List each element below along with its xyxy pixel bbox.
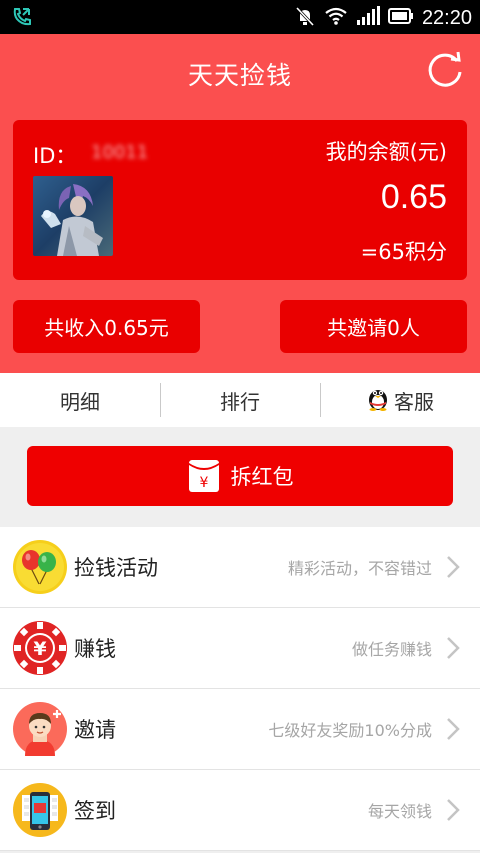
header-panel: 天天捡钱 ID： 10011 我的余额(元) 0.65 =65积分 共收入0.6… <box>0 34 480 373</box>
chevron-right-icon <box>446 717 460 741</box>
list-item-activities[interactable]: 捡钱活动 精彩活动，不容错过 <box>0 527 480 608</box>
red-envelope-icon: ¥ <box>187 459 221 493</box>
open-red-packet-label: 拆红包 <box>230 465 294 489</box>
balance-label: 我的余额(元) <box>325 140 447 164</box>
invite-person-icon <box>13 702 67 756</box>
list-item-desc: 做任务赚钱 <box>351 640 432 659</box>
tab-label: 排行 <box>220 389 260 414</box>
mute-icon <box>294 5 316 32</box>
balance-card: ID： 10011 我的余额(元) 0.65 =65积分 <box>13 120 467 280</box>
phone-calendar-icon <box>13 783 67 837</box>
refresh-icon <box>428 51 462 87</box>
chevron-right-icon <box>446 555 460 579</box>
balance-points: =65积分 <box>360 240 447 264</box>
list-item-title: 邀请 <box>74 718 116 742</box>
tab-label: 明细 <box>60 389 100 414</box>
list-item-title: 捡钱活动 <box>74 556 158 580</box>
tab-label: 客服 <box>394 389 434 414</box>
list-item-invite[interactable]: 邀请 七级好友奖励10%分成 <box>0 689 480 770</box>
yen-chip-icon: ¥ <box>13 621 67 675</box>
list-item-title: 赚钱 <box>74 637 116 661</box>
list-item-title: 签到 <box>74 799 116 823</box>
tab-details[interactable]: 明细 <box>0 373 160 427</box>
signal-icon <box>356 6 380 31</box>
tab-customer-service[interactable]: 客服 <box>320 373 480 427</box>
list-item-desc: 七级好友奖励10%分成 <box>268 721 432 740</box>
balloons-icon <box>13 540 67 594</box>
phone-call-icon <box>12 7 32 31</box>
wifi-icon <box>324 6 348 31</box>
feature-list: 捡钱活动 精彩活动，不容错过 ¥ 赚钱 做任务赚钱 邀请 七级好友奖励10%分成… <box>0 527 480 851</box>
svg-text:¥: ¥ <box>199 475 208 491</box>
total-income-button[interactable]: 共收入0.65元 <box>13 300 200 353</box>
total-invite-button[interactable]: 共邀请0人 <box>280 300 467 353</box>
refresh-button[interactable] <box>424 48 466 90</box>
user-id-label: ID： <box>33 144 77 168</box>
status-bar: 22:20 <box>0 0 480 34</box>
clock-time: 22:20 <box>421 7 472 29</box>
balance-amount: 0.65 <box>380 178 447 216</box>
chevron-right-icon <box>446 636 460 660</box>
list-item-desc: 精彩活动，不容错过 <box>287 559 432 578</box>
user-id-value: 10011 <box>91 142 149 163</box>
svg-text:¥: ¥ <box>33 638 46 660</box>
page-title: 天天捡钱 <box>187 61 292 90</box>
list-item-desc: 每天领钱 <box>367 802 432 821</box>
red-packet-section: ¥ 拆红包 <box>0 427 480 527</box>
battery-icon <box>387 7 414 30</box>
avatar[interactable] <box>33 176 113 256</box>
open-red-packet-button[interactable]: ¥ 拆红包 <box>27 446 453 506</box>
list-item-earn[interactable]: ¥ 赚钱 做任务赚钱 <box>0 608 480 689</box>
tab-bar: 明细 排行 客服 <box>0 373 480 427</box>
list-item-checkin[interactable]: 签到 每天领钱 <box>0 770 480 851</box>
qq-penguin-icon <box>366 385 390 416</box>
tab-ranking[interactable]: 排行 <box>160 373 320 427</box>
chevron-right-icon <box>446 798 460 822</box>
